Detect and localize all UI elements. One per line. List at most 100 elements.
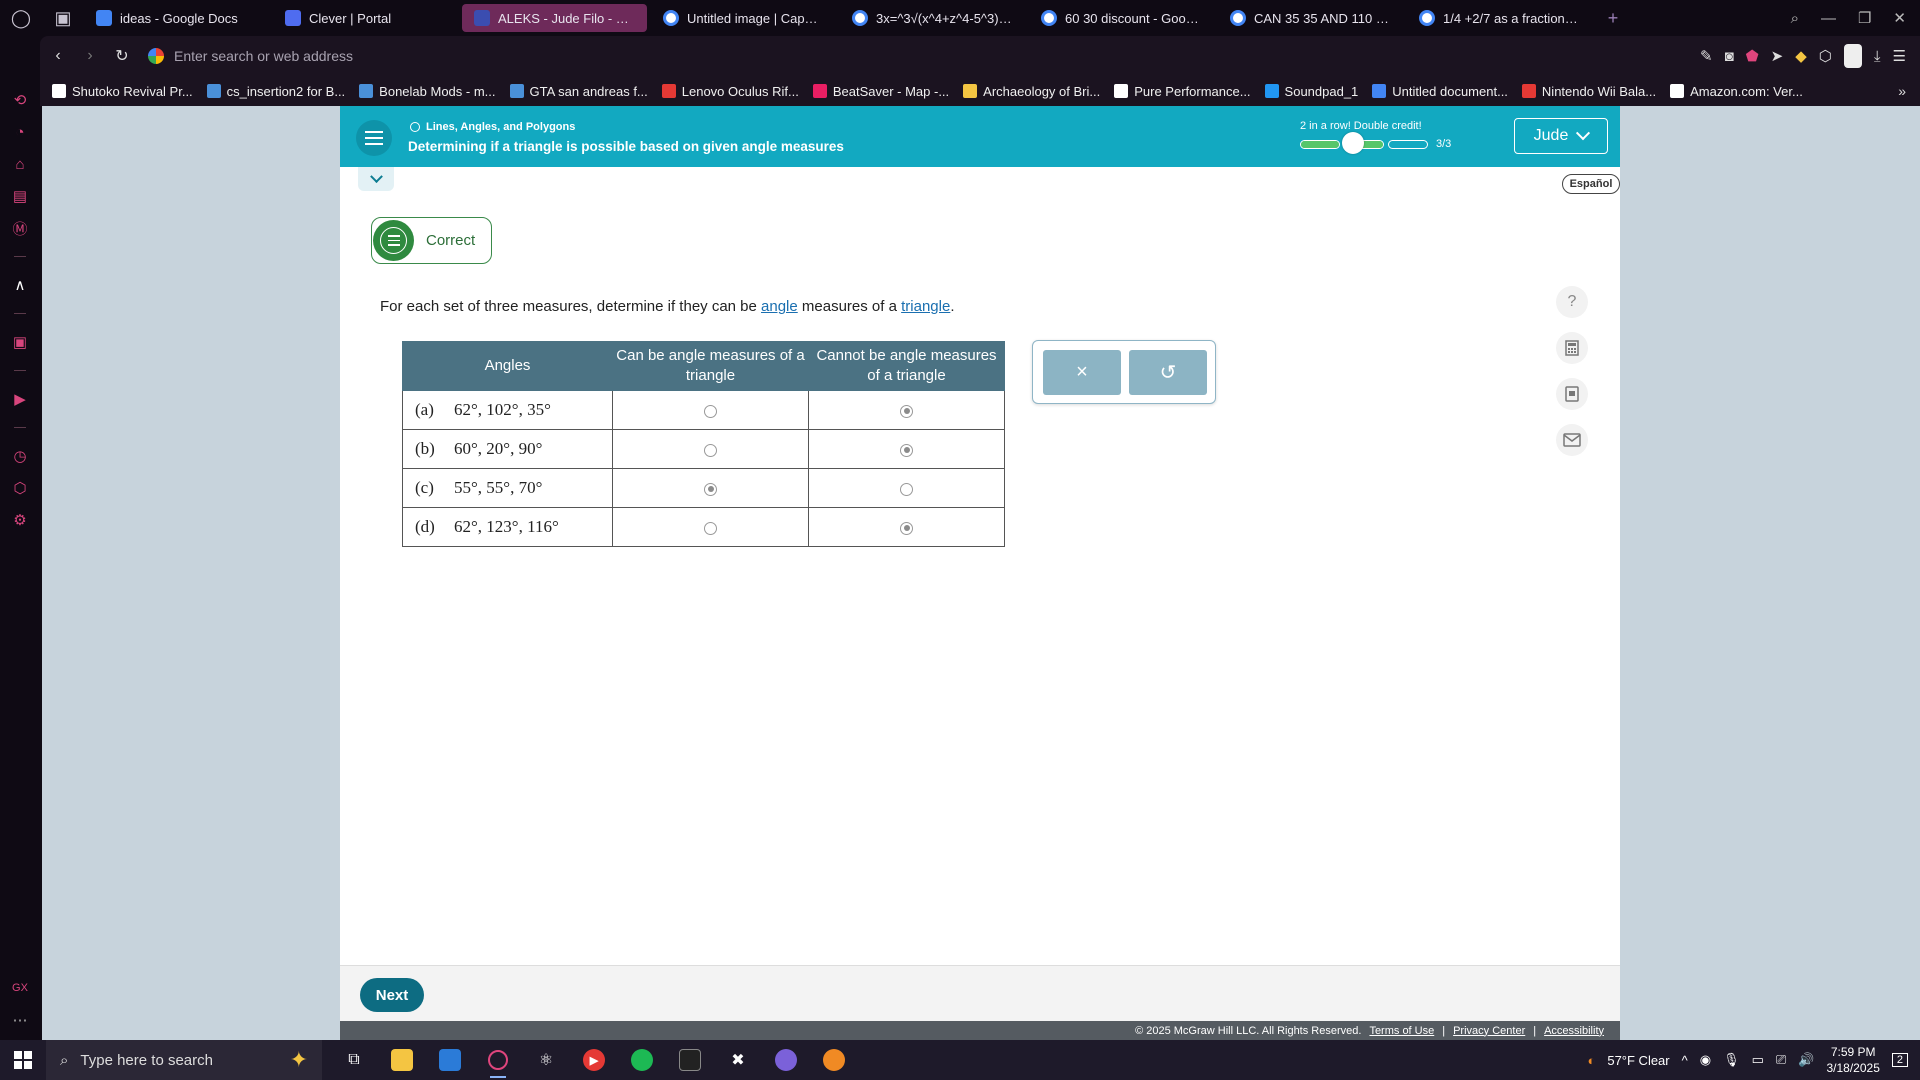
clock-icon[interactable]: ◷ — [0, 440, 40, 472]
menu-icon[interactable] — [356, 120, 392, 156]
extensions-icon[interactable]: ⬡ — [1819, 47, 1832, 65]
radio-cannot[interactable] — [900, 443, 913, 457]
triangle-link[interactable]: triangle — [901, 298, 950, 315]
notes-icon[interactable]: ▤ — [0, 180, 40, 212]
bookmark-item[interactable]: Bonelab Mods - m... — [359, 84, 496, 99]
bookmark-item[interactable]: Untitled document... — [1372, 84, 1508, 99]
tab-search-icon[interactable]: ⌕ — [1791, 10, 1799, 27]
mail-icon[interactable]: Ⓜ — [0, 212, 40, 244]
sync-icon[interactable]: ⟲ — [0, 84, 40, 116]
cube-icon[interactable]: ⬡ — [0, 472, 40, 504]
edit-icon[interactable]: ✎ — [1700, 47, 1713, 65]
bookmark-item[interactable]: Pure Performance... — [1114, 84, 1251, 99]
bookmark-item[interactable]: Amazon.com: Ver... — [1670, 84, 1803, 99]
weather-text[interactable]: 57°F Clear — [1607, 1053, 1669, 1068]
help-icon[interactable]: ? — [1556, 286, 1588, 318]
camera-icon[interactable]: ◙ — [1725, 48, 1734, 65]
browser-tab[interactable]: ideas - Google Docs — [84, 4, 269, 32]
record-icon[interactable]: ◉ — [1700, 1052, 1711, 1068]
browser-tab[interactable]: 1/4 +2/7 as a fraction - Go — [1407, 4, 1592, 32]
browser-tab[interactable]: Clever | Portal — [273, 4, 458, 32]
bookmark-item[interactable]: Archaeology of Bri... — [963, 84, 1100, 99]
player-icon[interactable]: ▶ — [0, 383, 40, 415]
wallet-icon[interactable]: ◆ — [1795, 47, 1807, 65]
browser-tab[interactable]: ALEKS - Jude Filo - Learn — [462, 4, 647, 32]
user-menu-button[interactable]: Jude — [1514, 118, 1608, 154]
new-tab-button[interactable]: + — [1592, 0, 1634, 36]
youtube-icon[interactable]: ▶ — [570, 1040, 618, 1080]
volume-icon[interactable]: 🔊 — [1798, 1052, 1814, 1068]
browser-tab[interactable]: Untitled image | CapCut — [651, 4, 836, 32]
file-explorer-icon[interactable] — [378, 1040, 426, 1080]
start-button[interactable] — [0, 1040, 46, 1080]
bookmark-item[interactable]: GTA san andreas f... — [509, 84, 648, 99]
url-field[interactable]: Enter search or web address — [148, 48, 1700, 64]
microphone-icon[interactable]: 🎙 — [1723, 1052, 1740, 1068]
tab-switcher-icon[interactable]: ▣ — [42, 0, 84, 36]
opera-gx-icon[interactable] — [474, 1040, 522, 1080]
chevron-up-icon[interactable]: ^ — [1682, 1053, 1688, 1068]
download-icon[interactable]: ⤓ — [1874, 48, 1881, 65]
next-button[interactable]: Next — [360, 978, 424, 1012]
clock[interactable]: 7:59 PM 3/18/2025 — [1826, 1044, 1879, 1076]
radio-cannot[interactable] — [900, 482, 913, 496]
accessibility-link[interactable]: Accessibility — [1544, 1025, 1604, 1037]
calculator-icon[interactable] — [1556, 332, 1588, 364]
opera-menu-icon[interactable]: ◯ — [0, 0, 42, 36]
bookmark-item[interactable]: Nintendo Wii Bala... — [1521, 84, 1656, 99]
close-window-button[interactable]: ✕ — [1893, 9, 1906, 27]
radio-can[interactable] — [704, 482, 717, 496]
collapse-toggle[interactable] — [358, 167, 394, 191]
bookmark-item[interactable]: BeatSaver - Map -... — [812, 84, 949, 99]
radio-cannot[interactable] — [900, 521, 913, 535]
bookmark-item[interactable]: Shutoko Revival Pr... — [52, 84, 193, 99]
back-icon[interactable]: ‹ — [44, 42, 72, 70]
twitch-icon[interactable]: ▣ — [0, 326, 40, 358]
task-view-icon[interactable]: ⧉ — [330, 1040, 378, 1080]
dictionary-icon[interactable] — [1556, 378, 1588, 410]
call-of-duty-icon[interactable] — [666, 1040, 714, 1080]
mail-icon[interactable] — [1556, 424, 1588, 456]
maximize-button[interactable]: ❐ — [1858, 9, 1871, 27]
undo-button[interactable]: ↺ — [1129, 350, 1207, 395]
spotify-icon[interactable] — [618, 1040, 666, 1080]
react-app-icon[interactable]: ⚛ — [522, 1040, 570, 1080]
espanol-button[interactable]: Español — [1562, 174, 1620, 194]
browser-tab[interactable]: CAN 35 35 AND 110 BE ME — [1218, 4, 1403, 32]
feedback-correct[interactable]: Correct — [371, 217, 492, 264]
privacy-link[interactable]: Privacy Center — [1453, 1025, 1525, 1037]
profile-avatar[interactable] — [1843, 44, 1862, 68]
more-icon[interactable]: ⋯ — [0, 1004, 40, 1036]
easy-setup-icon[interactable]: ☰ — [1893, 47, 1906, 65]
bookmark-item[interactable]: Lenovo Oculus Rif... — [661, 84, 799, 99]
settings-icon[interactable]: ⚙ — [0, 504, 40, 536]
browser-tab[interactable]: 3x=^3√(x^4+z^4-5^3) + 5 — [840, 4, 1025, 32]
forward-icon[interactable]: › — [76, 42, 104, 70]
network-icon[interactable]: ⎚ — [1776, 1052, 1786, 1068]
angle-link[interactable]: angle — [761, 298, 798, 315]
clear-button[interactable]: × — [1043, 350, 1121, 395]
browser-tab[interactable]: 60 30 discount - Google S — [1029, 4, 1214, 32]
bookmark-item[interactable]: Soundpad_1 — [1264, 84, 1358, 99]
gx-icon[interactable]: GX — [0, 972, 40, 1004]
aria-icon[interactable]: ∧ — [0, 269, 40, 301]
terms-link[interactable]: Terms of Use — [1369, 1025, 1434, 1037]
minimize-button[interactable]: — — [1821, 10, 1836, 27]
shopping-icon[interactable]: ⌂ — [0, 148, 40, 180]
fl-studio-icon[interactable] — [810, 1040, 858, 1080]
radio-can[interactable] — [704, 521, 717, 535]
taskbar-search[interactable]: ⌕ Type here to search ✦ — [46, 1040, 322, 1080]
send-icon[interactable]: ➤ — [1771, 47, 1784, 65]
vpn-shield-icon[interactable]: ⬟ — [1746, 47, 1759, 65]
notifications-icon[interactable]: 2 — [1891, 1053, 1908, 1067]
meet-icon[interactable]: ▭ — [1752, 1052, 1764, 1068]
radio-can[interactable] — [704, 404, 717, 418]
discord-icon[interactable] — [762, 1040, 810, 1080]
radio-cannot[interactable] — [900, 404, 913, 418]
history-icon[interactable]: ◔ — [0, 116, 40, 148]
chevron-right-icon[interactable]: » — [1898, 83, 1906, 99]
radio-can[interactable] — [704, 443, 717, 457]
store-icon[interactable] — [426, 1040, 474, 1080]
bookmark-item[interactable]: cs_insertion2 for B... — [206, 84, 345, 99]
game-icon[interactable]: ✖ — [714, 1040, 762, 1080]
